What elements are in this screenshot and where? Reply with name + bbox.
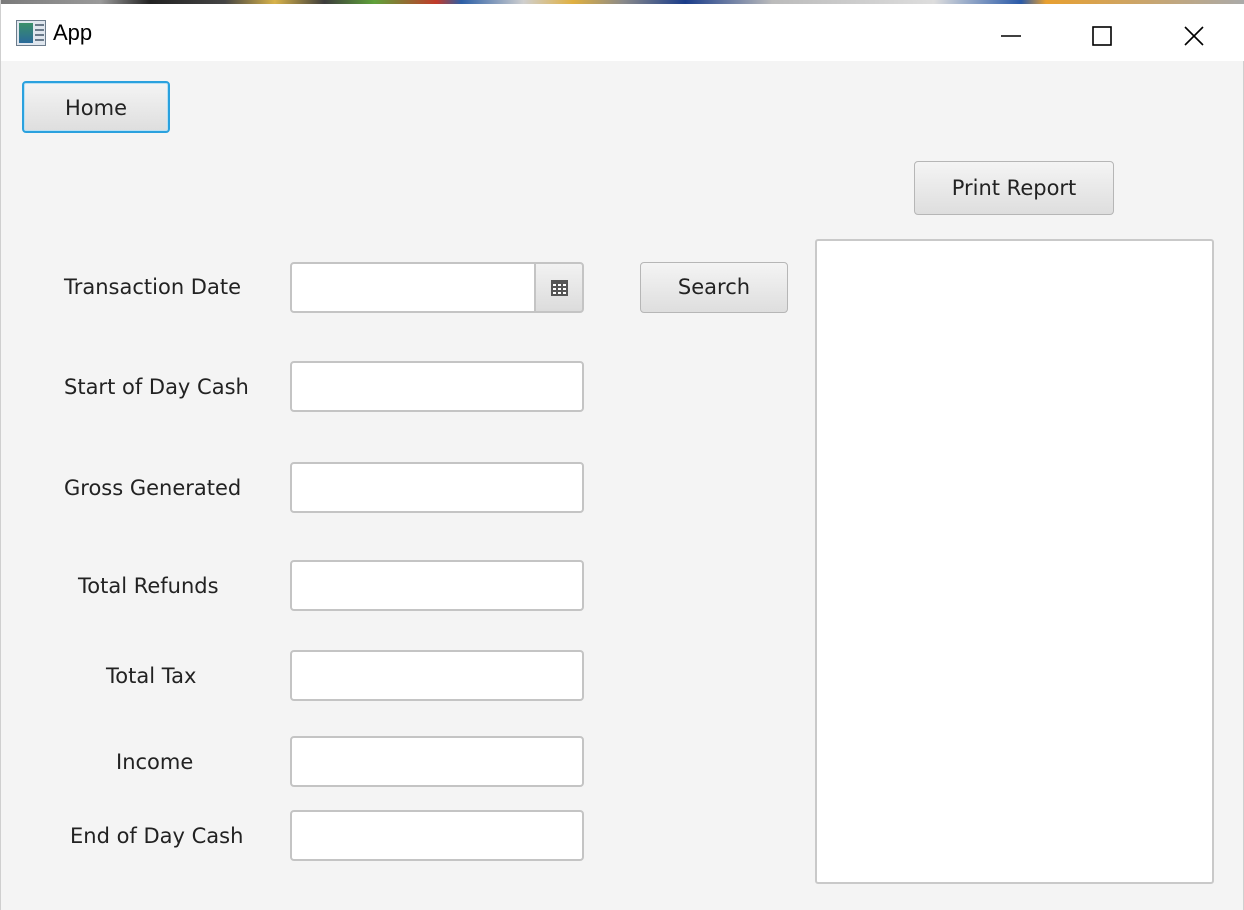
income-field[interactable] <box>290 736 584 787</box>
print-report-button[interactable]: Print Report <box>914 161 1114 215</box>
minimize-button[interactable] <box>988 8 1034 60</box>
start-of-day-cash-field[interactable] <box>290 361 584 412</box>
total-tax-label: Total Tax <box>106 664 197 688</box>
gross-generated-field[interactable] <box>290 462 584 513</box>
date-picker-button[interactable] <box>535 262 584 313</box>
total-refunds-label: Total Refunds <box>78 574 219 598</box>
end-of-day-cash-label: End of Day Cash <box>70 824 244 848</box>
close-button[interactable] <box>1171 8 1217 60</box>
app-icon <box>16 20 46 46</box>
search-button[interactable]: Search <box>640 262 788 313</box>
gross-generated-label: Gross Generated <box>64 476 242 500</box>
start-of-day-cash-label: Start of Day Cash <box>64 375 249 399</box>
maximize-button[interactable] <box>1079 8 1125 60</box>
total-tax-field[interactable] <box>290 650 584 701</box>
close-icon <box>1184 26 1204 46</box>
home-button[interactable]: Home <box>22 81 170 133</box>
app-window: App Home Print Report Transaction Date S… <box>0 0 1244 910</box>
transaction-date-input[interactable] <box>290 262 536 313</box>
window-title: App <box>53 20 93 45</box>
income-label: Income <box>116 750 194 774</box>
end-of-day-cash-field[interactable] <box>290 810 584 861</box>
maximize-icon <box>1092 26 1112 46</box>
report-text-area[interactable] <box>815 239 1214 884</box>
minimize-icon <box>1001 35 1021 37</box>
transaction-date-label: Transaction Date <box>64 275 242 299</box>
title-bar[interactable]: App <box>1 4 1244 61</box>
total-refunds-field[interactable] <box>290 560 584 611</box>
calendar-icon <box>551 280 568 296</box>
